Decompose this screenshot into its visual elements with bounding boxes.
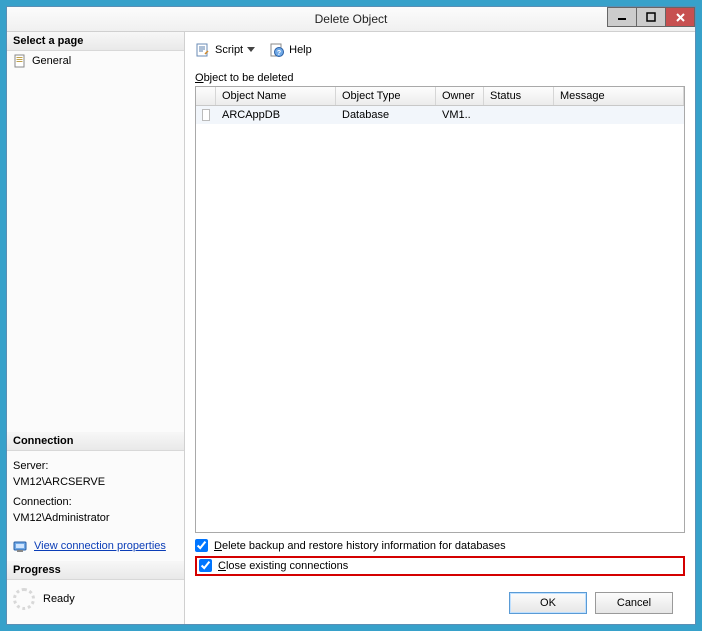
cell-owner: VM1.. — [436, 106, 484, 124]
window-title: Delete Object — [7, 7, 695, 31]
page-icon — [13, 54, 27, 68]
minimize-button[interactable] — [607, 7, 637, 27]
view-connection-properties-link[interactable]: View connection properties — [34, 540, 166, 552]
col-header-owner[interactable]: Owner — [436, 87, 484, 105]
server-label: Server: — [13, 459, 178, 475]
nav-item-label: General — [32, 55, 71, 67]
progress-spinner-icon — [13, 588, 35, 610]
row-state-icon — [202, 109, 210, 121]
cancel-button[interactable]: Cancel — [595, 592, 673, 614]
minimize-icon — [617, 12, 627, 22]
close-connections-checkbox[interactable] — [199, 559, 212, 572]
connection-properties-icon — [13, 539, 29, 553]
cell-name: ARCAppDB — [216, 106, 336, 124]
progress-header: Progress — [7, 561, 184, 580]
object-list-label: Object to be deleted — [195, 72, 685, 84]
delete-history-option[interactable]: Delete backup and restore history inform… — [195, 539, 685, 552]
server-value: VM12\ARCSERVE — [13, 475, 178, 491]
script-button[interactable]: Script — [195, 42, 255, 58]
close-connections-option[interactable]: Close existing connections — [199, 559, 348, 572]
connection-header: Connection — [7, 432, 184, 451]
progress-status: Ready — [43, 593, 75, 605]
svg-text:?: ? — [277, 50, 281, 57]
help-button[interactable]: ? Help — [269, 42, 312, 58]
maximize-button[interactable] — [636, 7, 666, 27]
nav-item-general[interactable]: General — [7, 51, 184, 71]
left-pane: Select a page General Connection Server:… — [7, 32, 185, 624]
close-connections-highlight: Close existing connections — [195, 556, 685, 576]
script-label: Script — [215, 44, 243, 56]
delete-history-label: Delete backup and restore history inform… — [214, 540, 506, 552]
cell-message — [554, 106, 684, 124]
maximize-icon — [646, 12, 656, 22]
connection-value: VM12\Administrator — [13, 511, 178, 527]
col-header-message[interactable]: Message — [554, 87, 684, 105]
right-pane: Script ? Help Object to be deleted — [185, 32, 695, 624]
connection-label: Connection: — [13, 495, 178, 511]
col-header-status[interactable]: Status — [484, 87, 554, 105]
cell-type: Database — [336, 106, 436, 124]
ok-button[interactable]: OK — [509, 592, 587, 614]
help-icon: ? — [269, 42, 285, 58]
close-connections-label: Close existing connections — [218, 560, 348, 572]
dropdown-arrow-icon — [247, 47, 255, 53]
cell-status — [484, 106, 554, 124]
table-row[interactable]: ARCAppDB Database VM1.. — [196, 106, 684, 124]
object-grid: Object Name Object Type Owner Status Mes… — [195, 86, 685, 533]
col-header-type[interactable]: Object Type — [336, 87, 436, 105]
close-icon — [675, 12, 686, 23]
script-icon — [195, 42, 211, 58]
delete-object-window: Delete Object Select a page — [6, 6, 696, 625]
col-header-name[interactable]: Object Name — [216, 87, 336, 105]
delete-history-checkbox[interactable] — [195, 539, 208, 552]
col-header-icon[interactable] — [196, 87, 216, 105]
titlebar: Delete Object — [7, 7, 695, 32]
select-page-header: Select a page — [7, 32, 184, 51]
help-label: Help — [289, 44, 312, 56]
close-button[interactable] — [665, 7, 695, 27]
grid-header: Object Name Object Type Owner Status Mes… — [196, 87, 684, 106]
